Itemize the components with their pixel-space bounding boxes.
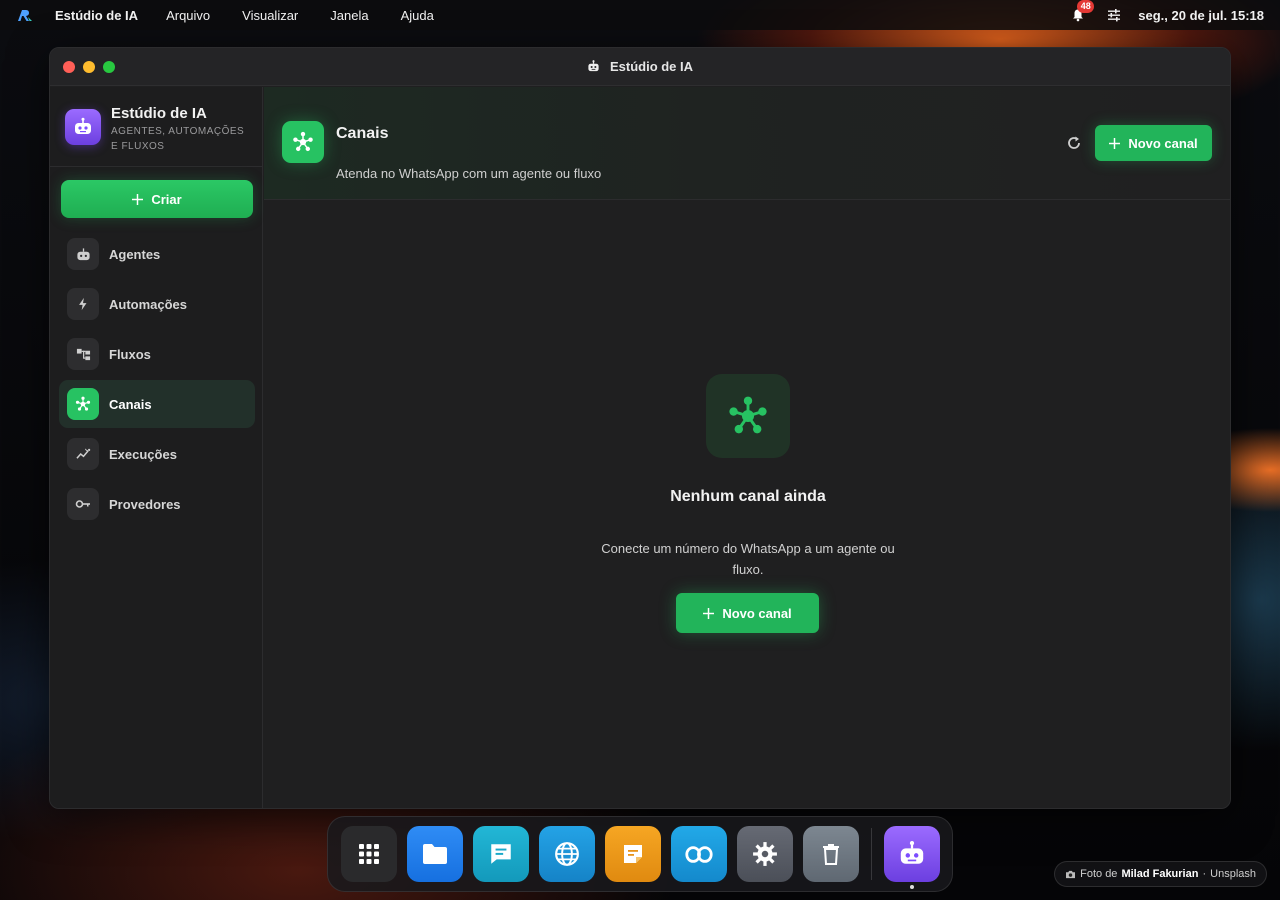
key-icon bbox=[67, 488, 99, 520]
ai-studio-icon bbox=[900, 840, 924, 864]
empty-state-description: Conecte um número do WhatsApp a um agent… bbox=[601, 541, 895, 577]
menubar-clock[interactable]: seg., 20 de jul. 15:18 bbox=[1138, 8, 1264, 23]
dock-apps[interactable] bbox=[341, 826, 397, 882]
sidebar: Estúdio de IA AGENTES, AUTOMAÇÕES E FLUX… bbox=[50, 87, 263, 808]
empty-new-channel-label: Novo canal bbox=[722, 605, 792, 621]
page-title: Canais bbox=[336, 125, 389, 142]
credit-separator: · bbox=[1202, 868, 1207, 880]
bolt-icon bbox=[67, 288, 99, 320]
menu-janela[interactable]: Janela bbox=[330, 8, 368, 23]
page-header: Canais Atenda no WhatsApp com um agente … bbox=[264, 87, 1230, 200]
sidebar-item-label: Agentes bbox=[109, 246, 161, 262]
globe-icon bbox=[555, 842, 579, 866]
sidebar-nav: Agentes Automações Fluxos Canais Execuçõ… bbox=[59, 230, 255, 530]
settings-icon bbox=[753, 842, 777, 866]
minimize-window-button[interactable] bbox=[83, 61, 95, 73]
robot-icon bbox=[75, 117, 91, 134]
brand-logo bbox=[65, 109, 101, 145]
activity-icon bbox=[67, 438, 99, 470]
menu-arquivo[interactable]: Arquivo bbox=[166, 8, 210, 23]
empty-state: Nenhum canal ainda Conecte um número do … bbox=[264, 200, 1230, 808]
new-channel-button[interactable]: Novo canal bbox=[1095, 125, 1212, 161]
notes-icon bbox=[624, 845, 642, 863]
sidebar-item-label: Canais bbox=[109, 396, 152, 412]
chat-icon bbox=[491, 844, 511, 864]
system-logo-icon[interactable] bbox=[17, 8, 33, 22]
window-title: Estúdio de IA bbox=[609, 59, 694, 74]
files-icon bbox=[423, 844, 447, 864]
refresh-icon[interactable] bbox=[1066, 135, 1082, 151]
credit-source: Unsplash bbox=[1210, 868, 1256, 880]
dock-chat[interactable] bbox=[473, 826, 529, 882]
flow-icon bbox=[67, 338, 99, 370]
sidebar-item-provedores[interactable]: Provedores bbox=[59, 480, 255, 528]
sidebar-item-automacoes[interactable]: Automações bbox=[59, 280, 255, 328]
maximize-window-button[interactable] bbox=[103, 61, 115, 73]
menubar-app-name[interactable]: Estúdio de IA bbox=[55, 8, 138, 23]
window-titlebar[interactable]: Estúdio de IA bbox=[50, 48, 1230, 86]
sidebar-item-execucoes[interactable]: Execuções bbox=[59, 430, 255, 478]
credit-author: Milad Fakurian bbox=[1121, 868, 1199, 880]
running-indicator bbox=[910, 885, 914, 889]
new-channel-label: Novo canal bbox=[1128, 135, 1198, 151]
menu-ajuda[interactable]: Ajuda bbox=[401, 8, 434, 23]
empty-state-title: Nenhum canal ainda bbox=[670, 488, 826, 505]
sidebar-item-label: Automações bbox=[109, 296, 188, 312]
robot-icon bbox=[67, 238, 99, 270]
sidebar-item-fluxos[interactable]: Fluxos bbox=[59, 330, 255, 378]
hub-icon bbox=[282, 121, 324, 163]
window-controls bbox=[63, 61, 115, 73]
brand-title: Estúdio de IA bbox=[111, 105, 207, 122]
hub-icon bbox=[706, 374, 790, 458]
sidebar-item-label: Provedores bbox=[109, 496, 181, 512]
sidebar-item-label: Fluxos bbox=[109, 346, 151, 362]
create-button[interactable]: Criar bbox=[61, 180, 253, 218]
dock-notes[interactable] bbox=[605, 826, 661, 882]
photo-credit[interactable]: Foto de Milad Fakurian · Unsplash bbox=[1054, 861, 1267, 887]
dock-ai-studio[interactable] bbox=[884, 826, 940, 889]
link-icon bbox=[685, 845, 713, 863]
dock-trash[interactable] bbox=[803, 826, 859, 882]
main-content: Canais Atenda no WhatsApp com um agente … bbox=[264, 87, 1230, 808]
menu-bar: Estúdio de IA Arquivo Visualizar Janela … bbox=[0, 0, 1280, 30]
dock-browser[interactable] bbox=[539, 826, 595, 882]
dock-files[interactable] bbox=[407, 826, 463, 882]
menu-visualizar[interactable]: Visualizar bbox=[242, 8, 298, 23]
plus-icon bbox=[1109, 137, 1121, 149]
notification-badge: 48 bbox=[1077, 0, 1095, 13]
sidebar-item-label: Execuções bbox=[109, 446, 177, 462]
sidebar-item-canais[interactable]: Canais bbox=[59, 380, 255, 428]
plus-icon bbox=[132, 193, 144, 205]
sidebar-brand: Estúdio de IA AGENTES, AUTOMAÇÕES E FLUX… bbox=[65, 105, 251, 154]
page-subtitle: Atenda no WhatsApp com um agente ou flux… bbox=[336, 166, 602, 181]
plus-icon bbox=[703, 607, 715, 619]
notifications-button[interactable]: 48 bbox=[1071, 0, 1095, 22]
apps-grid-icon bbox=[359, 844, 379, 864]
dock-links[interactable] bbox=[671, 826, 727, 882]
dock-settings[interactable] bbox=[737, 826, 793, 882]
brand-subtitle: AGENTES, AUTOMAÇÕES E FLUXOS bbox=[111, 126, 245, 152]
dock bbox=[327, 816, 953, 892]
close-window-button[interactable] bbox=[63, 61, 75, 73]
trash-icon bbox=[823, 844, 839, 865]
credit-prefix: Foto de bbox=[1080, 868, 1118, 880]
control-center-icon[interactable] bbox=[1107, 8, 1121, 22]
dock-separator bbox=[871, 828, 872, 880]
sidebar-item-agentes[interactable]: Agentes bbox=[59, 230, 255, 278]
empty-new-channel-button[interactable]: Novo canal bbox=[676, 593, 819, 633]
camera-icon bbox=[1066, 870, 1076, 878]
create-button-label: Criar bbox=[151, 191, 182, 207]
app-window: Estúdio de IA Estúdio de IA AGENTES, AUT… bbox=[49, 47, 1231, 809]
sidebar-divider bbox=[50, 166, 262, 167]
robot-icon bbox=[588, 60, 599, 72]
hub-icon bbox=[67, 388, 99, 420]
